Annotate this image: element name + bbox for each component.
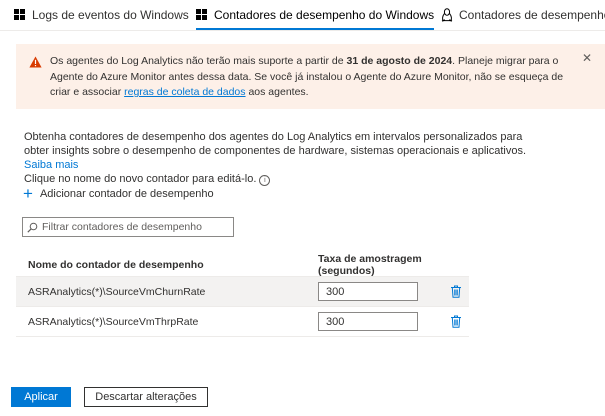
info-icon[interactable]: i xyxy=(259,175,271,186)
table-row[interactable]: ASRAnalytics(*)\SourceVmThrpRate xyxy=(16,307,469,337)
warning-icon xyxy=(29,56,42,68)
add-counter-label: Adicionar contador de desempenho xyxy=(39,188,214,200)
close-icon[interactable]: ✕ xyxy=(582,51,592,67)
rate-cell xyxy=(316,282,469,301)
grid-header: Nome do contador de desempenho Taxa de a… xyxy=(16,253,469,277)
trash-icon[interactable] xyxy=(450,285,462,298)
column-header-name: Nome do contador de desempenho xyxy=(28,259,204,271)
tab-label: Contadores de desempenho do Windows xyxy=(214,8,435,22)
search-icon xyxy=(27,222,38,233)
tab-windows-performance-counters[interactable]: Contadores de desempenho do Windows xyxy=(196,0,435,30)
banner-date: 31 de agosto de 2024 xyxy=(346,55,453,67)
sample-rate-input[interactable] xyxy=(318,282,418,301)
tab-label: Contadores de desempenho do Linux xyxy=(459,8,605,22)
windows-icon xyxy=(14,9,26,21)
discard-changes-button[interactable]: Descartar alterações xyxy=(84,387,208,407)
column-header-rate: Taxa de amostragem (segundos) xyxy=(318,253,422,277)
description-text: Obtenha contadores de desempenho dos age… xyxy=(24,131,527,171)
linux-icon xyxy=(441,8,453,22)
filter-input[interactable] xyxy=(42,221,222,233)
deprecation-warning-banner: Os agentes do Log Analytics não terão ma… xyxy=(16,44,605,109)
tab-label: Logs de eventos do Windows xyxy=(32,8,189,22)
performance-counters-grid: Nome do contador de desempenho Taxa de a… xyxy=(16,253,469,337)
counter-name[interactable]: ASRAnalytics(*)\SourceVmChurnRate xyxy=(16,286,316,298)
banner-text: Os agentes do Log Analytics não terão ma… xyxy=(50,55,564,98)
sample-rate-input[interactable] xyxy=(318,312,418,331)
description: Obtenha contadores de desempenho dos age… xyxy=(24,130,544,186)
tab-bar: Logs de eventos do Windows Contadores de… xyxy=(0,0,605,31)
counter-name[interactable]: ASRAnalytics(*)\SourceVmThrpRate xyxy=(16,316,316,328)
tab-linux-performance-counters[interactable]: Contadores de desempenho do Linux xyxy=(441,0,605,30)
filter-box xyxy=(22,217,234,237)
windows-icon xyxy=(196,9,208,21)
data-collection-rules-link[interactable]: regras de coleta de dados xyxy=(124,86,245,98)
table-row[interactable]: ASRAnalytics(*)\SourceVmChurnRate xyxy=(16,277,469,307)
add-performance-counter-button[interactable]: + Adicionar contador de desempenho xyxy=(23,184,214,203)
apply-button[interactable]: Aplicar xyxy=(11,387,71,407)
plus-icon: + xyxy=(23,184,33,203)
tab-windows-event-logs[interactable]: Logs de eventos do Windows xyxy=(14,0,189,30)
rate-cell xyxy=(316,312,469,331)
trash-icon[interactable] xyxy=(450,315,462,328)
learn-more-link[interactable]: Saiba mais xyxy=(24,159,78,171)
edit-hint: Clique no nome do novo contador para edi… xyxy=(24,172,544,186)
